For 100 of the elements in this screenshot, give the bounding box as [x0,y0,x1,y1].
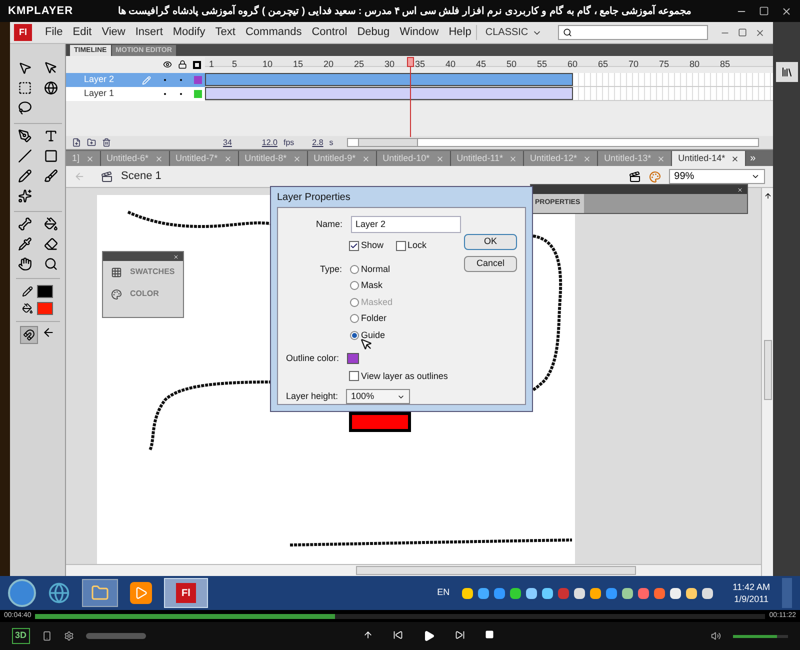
seconds-label: s [329,136,334,148]
stroke-icon [22,286,33,297]
lock-icon [178,60,187,69]
menu-item[interactable]: File [40,24,68,41]
device-icon[interactable] [42,631,52,641]
scroll-up-icon[interactable] [764,192,772,200]
tabs-overflow[interactable]: » [746,151,760,166]
volume-slider[interactable] [733,634,788,638]
menu-item[interactable]: Edit [68,24,97,41]
menu-item[interactable]: Commands [240,24,307,41]
clock-time: 11:42 AM [732,581,770,593]
playhead-handle[interactable] [406,57,414,67]
close-icon[interactable] [781,6,792,16]
menu-item[interactable]: Modify [168,24,210,41]
new-layer-icon[interactable] [72,138,81,147]
trash-icon[interactable] [102,138,111,147]
scrollbar-thumb[interactable] [764,340,772,400]
layer-name: Layer 1 [84,87,116,100]
folder-icon [91,584,109,602]
taskbar-button[interactable] [82,579,118,607]
dialog-button[interactable]: Cancel [464,256,517,272]
menu-item[interactable]: View [96,24,130,41]
radio-label: Masked [361,296,393,308]
cursor-icon [360,338,373,351]
current-frame: 34 [223,136,232,148]
radio-button[interactable] [350,264,360,274]
play-icon[interactable] [422,630,435,642]
radio-button[interactable] [350,314,360,324]
library-icon[interactable] [776,62,798,82]
menu-item[interactable]: Help [444,24,476,41]
vertical-scrollbar[interactable] [761,188,774,576]
color-swatch[interactable] [347,353,360,364]
radio-label: Mask [361,279,383,292]
close-icon[interactable] [731,154,740,162]
next-icon[interactable] [454,630,465,640]
frame-number: 40 [446,58,456,68]
frame-number: 15 [293,58,304,68]
frame-number: 20 [324,58,334,68]
search-icon [563,28,572,37]
menu-item[interactable]: Insert [130,24,168,41]
stroke-swatch[interactable] [37,285,53,298]
stop-icon[interactable] [484,630,494,639]
document-tab[interactable]: Untitled-14* [672,151,746,166]
frame-rate: 12.0 [262,136,278,148]
zoom-dropdown[interactable]: 99% [669,169,766,184]
radio-button[interactable] [350,281,360,290]
app-logo: KMPLAYER [8,4,74,19]
eye-icon [163,60,172,69]
taskbar-button[interactable]: Fl [164,578,208,608]
grid-icon [111,266,122,278]
volume-icon[interactable] [711,631,721,641]
horizontal-scrollbar[interactable] [66,564,762,576]
checkbox[interactable] [349,240,359,251]
new-folder-icon[interactable] [87,138,96,147]
menu-item[interactable]: Control [306,24,352,41]
edit-symbol-icon[interactable] [649,170,662,182]
codec-indicator [86,633,146,639]
elapsed-time: 2.8 [312,136,324,148]
name-field[interactable]: Layer 2 [350,216,461,233]
scrollbar-thumb[interactable] [358,139,418,146]
checkbox[interactable] [396,240,406,251]
3d-button[interactable]: 3D [12,628,30,644]
radio-button[interactable] [350,330,360,340]
scrollbar-thumb[interactable] [356,566,636,575]
seek-bar[interactable] [35,614,766,618]
menu-item[interactable]: Text [210,24,240,41]
workspace-dropdown[interactable]: CLASSIC [476,25,550,40]
close-icon[interactable] [737,186,743,192]
settings-icon[interactable] [64,631,74,641]
dialog-button[interactable]: OK [464,234,517,250]
fill-icon [22,303,33,314]
language-indicator[interactable]: EN [437,586,450,600]
frame-number: 30 [384,58,395,68]
checkbox-label: View layer as outlines [361,370,448,383]
magnet-icon[interactable] [20,326,38,344]
maximize-icon[interactable] [738,28,748,36]
checkbox-label: Lock [408,239,427,252]
play-icon[interactable] [130,582,152,604]
frame-number: 65 [598,58,608,68]
edit-scene-icon[interactable] [629,170,642,182]
field-label: Outline color: [286,352,340,365]
eject-icon[interactable] [362,630,373,640]
playhead-track[interactable] [205,57,774,67]
close-icon[interactable] [173,254,179,260]
close-icon[interactable] [755,28,766,38]
menu-item[interactable]: Window [394,24,444,41]
previous-icon[interactable] [392,630,403,640]
playhead-line [410,66,411,137]
checkbox-label: Show [361,239,384,252]
layer-row[interactable]: Layer 1 [66,87,205,101]
fill-swatch[interactable] [37,302,53,315]
globe-icon[interactable] [48,582,70,604]
checkbox[interactable] [349,371,359,382]
horizontal-scrollbar[interactable] [347,138,760,147]
maximize-icon[interactable] [759,6,769,16]
menu-item[interactable]: Debug [352,24,395,41]
frame-number: 35 [415,58,426,68]
search-field[interactable] [558,25,708,40]
height-dropdown[interactable]: 100% [346,389,410,404]
start-button[interactable] [8,579,36,607]
